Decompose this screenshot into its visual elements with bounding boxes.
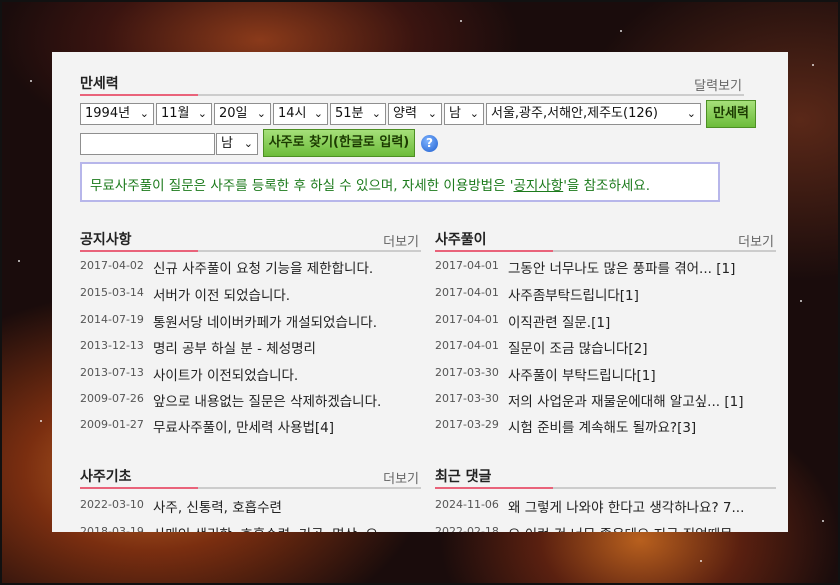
comments-header-accent <box>435 487 553 489</box>
name-input[interactable] <box>80 133 215 155</box>
region-select[interactable]: 서울,광주,서해안,제주도(126) ⌄ <box>486 103 701 125</box>
item-date: 2017-04-02 <box>80 259 144 272</box>
item-date: 2022-02-18 <box>435 525 499 532</box>
item-title[interactable]: 오 이런 건 너무 좋은데요 지금 직업때문... <box>508 523 745 532</box>
notices-header-accent <box>80 250 198 252</box>
item-date: 2017-03-30 <box>435 392 499 405</box>
item-date: 2013-12-13 <box>80 339 144 352</box>
chevron-down-icon: ⌄ <box>371 107 381 120</box>
chevron-down-icon: ⌄ <box>197 107 207 120</box>
item-date: 2017-03-30 <box>435 366 499 379</box>
saju-header: 사주풀이 더보기 <box>435 228 776 252</box>
year-select[interactable]: 1994년 ⌄ <box>80 103 154 125</box>
notices-more-link[interactable]: 더보기 <box>383 231 419 250</box>
manse-header: 만세력 달력보기 <box>80 72 744 96</box>
help-icon[interactable]: ? <box>421 135 438 152</box>
manse-header-accent <box>80 94 198 96</box>
notices-title: 공지사항 <box>80 232 132 248</box>
saju-header-accent <box>435 250 553 252</box>
basics-header-accent <box>80 487 198 489</box>
gender-select[interactable]: 남 ⌄ <box>444 103 484 125</box>
item-date: 2009-01-27 <box>80 418 144 431</box>
item-date: 2014-07-19 <box>80 313 144 326</box>
item-title[interactable]: 저의 사업운과 재물운에대해 알고싶... [1] <box>508 390 743 410</box>
item-date: 2022-03-10 <box>80 498 144 511</box>
saju-title: 사주풀이 <box>435 232 487 248</box>
item-date: 2017-04-01 <box>435 286 499 299</box>
item-title[interactable]: 명리 공부 하실 분 - 체성명리 <box>153 337 316 357</box>
chevron-down-icon: ⌄ <box>313 107 323 120</box>
item-title[interactable]: 이직관련 질문.[1] <box>508 311 610 331</box>
notice-prefix: 무료사주풀이 질문은 사주를 등록한 후 하실 수 있으며, 자세한 이용방법은… <box>90 178 514 194</box>
comments-header: 최근 댓글 <box>435 465 776 489</box>
usage-notice: 무료사주풀이 질문은 사주를 등록한 후 하실 수 있으며, 자세한 이용방법은… <box>80 162 720 202</box>
item-title[interactable]: 사주, 신통력, 호흡수련 <box>153 496 282 516</box>
item-title[interactable]: 그동안 너무나도 많은 풍파를 겪어... [1] <box>508 257 735 277</box>
hour-select[interactable]: 14시 ⌄ <box>273 103 328 125</box>
chevron-down-icon: ⌄ <box>256 107 266 120</box>
item-title[interactable]: 서버가 이전 되었습니다. <box>153 284 290 304</box>
item-title[interactable]: 신규 사주풀이 요청 기능을 제한합니다. <box>153 257 373 277</box>
comments-title: 최근 댓글 <box>435 469 492 485</box>
item-date: 2017-04-01 <box>435 259 499 272</box>
item-date: 2015-03-14 <box>80 286 144 299</box>
manse-title: 만세력 <box>80 76 119 92</box>
name-gender-select[interactable]: 남 ⌄ <box>216 133 258 155</box>
chevron-down-icon: ⌄ <box>139 107 149 120</box>
saju-more-link[interactable]: 더보기 <box>738 231 774 250</box>
chevron-down-icon: ⌄ <box>469 107 479 120</box>
calendar-view-link[interactable]: 달력보기 <box>694 75 742 94</box>
item-date: 2017-04-01 <box>435 339 499 352</box>
saju-search-button[interactable]: 사주로 찾기(한글로 입력) <box>263 129 415 157</box>
item-title[interactable]: 앞으로 내용없는 질문은 삭제하겠습니다. <box>153 390 381 410</box>
item-title[interactable]: 사주풀이 부탁드립니다[1] <box>508 364 656 384</box>
item-title[interactable]: 사이트가 이전되었습니다. <box>153 364 298 384</box>
notices-header: 공지사항 더보기 <box>80 228 421 252</box>
item-title[interactable]: 사주좀부탁드립니다[1] <box>508 284 639 304</box>
basics-more-link[interactable]: 더보기 <box>383 468 419 487</box>
item-date: 2013-07-13 <box>80 366 144 379</box>
chevron-down-icon: ⌄ <box>427 107 437 120</box>
item-title[interactable]: 시험 준비를 계속해도 될까요?[3] <box>508 416 696 436</box>
item-title[interactable]: 무료사주풀이, 만세력 사용법[4] <box>153 416 334 436</box>
item-title[interactable]: 통원서당 네이버카페가 개설되었습니다. <box>153 311 377 331</box>
item-date: 2017-03-29 <box>435 418 499 431</box>
basics-header: 사주기초 더보기 <box>80 465 421 489</box>
item-date: 2018-03-19 <box>80 525 144 532</box>
item-title[interactable]: 왜 그렇게 나와야 한다고 생각하나요? 7... <box>508 496 744 516</box>
manse-submit-button[interactable]: 만세력 <box>706 100 756 128</box>
notice-link[interactable]: 공지사항 <box>514 178 564 194</box>
chevron-down-icon: ⌄ <box>243 137 253 150</box>
content-panel: 만세력 달력보기 1994년 ⌄ 11월 ⌄ 20일 ⌄ 14시 ⌄ 51분 ⌄ 양력 ⌄ … <box>52 52 788 532</box>
month-select[interactable]: 11월 ⌄ <box>156 103 212 125</box>
notice-suffix: '을 참조하세요. <box>563 178 651 194</box>
item-date: 2009-07-26 <box>80 392 144 405</box>
item-date: 2024-11-06 <box>435 498 499 511</box>
calendar-type-select[interactable]: 양력 ⌄ <box>388 103 442 125</box>
item-title[interactable]: 질문이 조금 많습니다[2] <box>508 337 648 357</box>
basics-title: 사주기초 <box>80 469 132 485</box>
item-date: 2017-04-01 <box>435 313 499 326</box>
minute-select[interactable]: 51분 ⌄ <box>330 103 386 125</box>
item-title[interactable]: 사매인 생리학, 호흡수련, 기공, 명상, 요... <box>153 523 391 532</box>
chevron-down-icon: ⌄ <box>686 107 696 120</box>
day-select[interactable]: 20일 ⌄ <box>214 103 271 125</box>
